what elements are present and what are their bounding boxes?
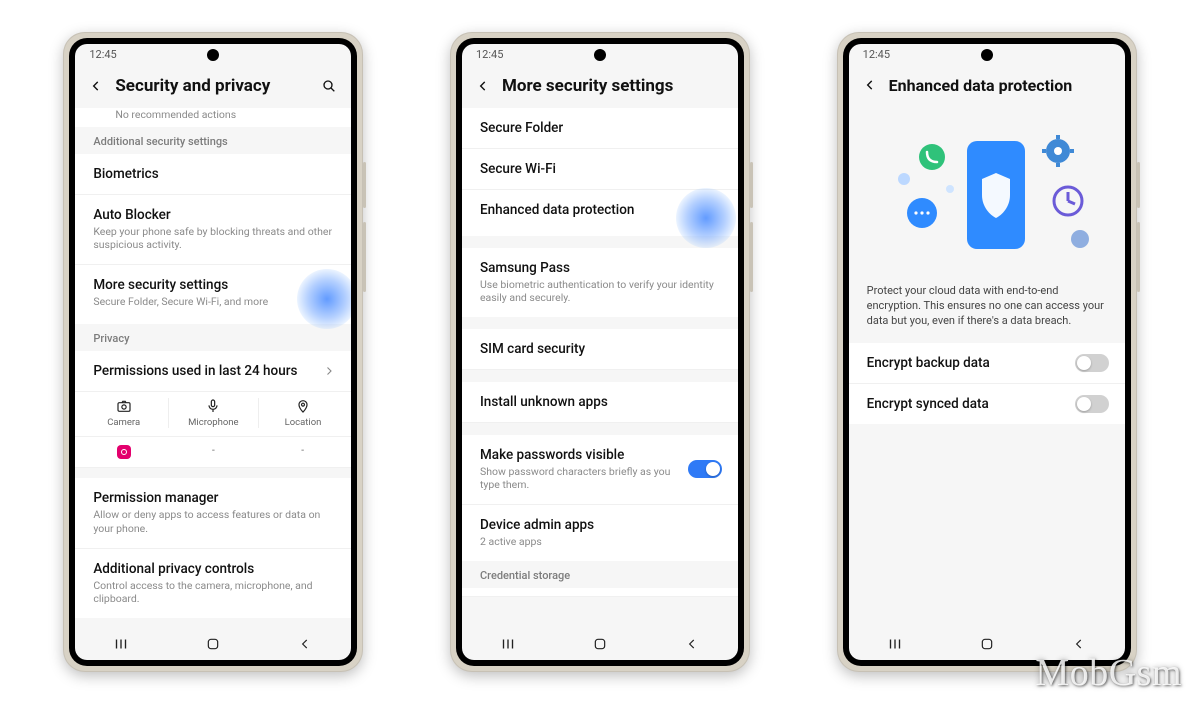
nav-recents-icon[interactable] — [498, 635, 518, 653]
chevron-right-icon — [323, 365, 335, 377]
phone-mock-1: 12:45 Security and privacy No recommende… — [63, 32, 363, 672]
search-icon[interactable] — [321, 78, 337, 94]
no-recommended-hint: No recommended actions — [75, 108, 351, 123]
item-sim-security[interactable]: SIM card security — [462, 329, 738, 370]
location-icon — [295, 398, 311, 414]
nav-bar — [462, 628, 738, 660]
status-time: 12:45 — [863, 48, 890, 61]
hero-illustration — [849, 107, 1125, 277]
item-passwords-visible[interactable]: Make passwords visible Show password cha… — [462, 435, 738, 505]
nav-back-icon[interactable] — [682, 637, 702, 651]
section-additional-security: Additional security settings — [75, 127, 351, 154]
item-install-unknown[interactable]: Install unknown apps — [462, 382, 738, 423]
toggle-encrypt-backup[interactable] — [1075, 354, 1109, 372]
item-auto-blocker[interactable]: Auto Blocker Keep your phone safe by blo… — [75, 195, 351, 265]
section-privacy: Privacy — [75, 324, 351, 351]
item-secure-wifi[interactable]: Secure Wi-Fi — [462, 149, 738, 190]
page-title: Enhanced data protection — [889, 76, 1111, 95]
status-bar: 12:45 — [462, 44, 738, 66]
nav-bar — [75, 628, 351, 660]
perm-loc-label: Location — [285, 417, 322, 428]
perm-mic-label: Microphone — [188, 417, 238, 428]
nav-home-icon[interactable] — [977, 636, 997, 652]
nav-bar — [849, 628, 1125, 660]
back-icon[interactable] — [476, 79, 490, 93]
nav-home-icon[interactable] — [590, 636, 610, 652]
page-title: More security settings — [502, 76, 724, 96]
item-samsung-pass[interactable]: Samsung Pass Use biometric authenticatio… — [462, 248, 738, 317]
content-scroll[interactable]: No recommended actions Additional securi… — [75, 108, 351, 628]
app-dot-icon — [117, 445, 131, 459]
section-credential-storage: Credential storage — [462, 561, 738, 588]
status-time: 12:45 — [89, 48, 116, 61]
back-icon[interactable] — [863, 78, 877, 92]
front-camera — [594, 49, 606, 61]
perm-camera-label: Camera — [107, 417, 140, 428]
front-camera — [207, 49, 219, 61]
camera-icon — [116, 398, 132, 414]
app-bar: Enhanced data protection — [849, 66, 1125, 107]
nav-back-icon[interactable] — [1069, 637, 1089, 651]
item-secure-folder[interactable]: Secure Folder — [462, 108, 738, 149]
status-bar: 12:45 — [75, 44, 351, 66]
item-more-security[interactable]: More security settings Secure Folder, Se… — [75, 265, 351, 325]
item-encrypt-backup[interactable]: Encrypt backup data — [849, 343, 1125, 384]
toggle-encrypt-synced[interactable] — [1075, 395, 1109, 413]
item-additional-privacy[interactable]: Additional privacy controls Control acce… — [75, 549, 351, 618]
phone-mock-3: 12:45 Enhanced data protection — [837, 32, 1137, 672]
status-time: 12:45 — [476, 48, 503, 61]
nav-recents-icon[interactable] — [111, 635, 131, 653]
permissions-apps-row: - - — [75, 437, 351, 468]
item-biometrics[interactable]: Biometrics — [75, 154, 351, 195]
item-permission-manager[interactable]: Permission manager Allow or deny apps to… — [75, 478, 351, 548]
page-title: Security and privacy — [115, 76, 309, 96]
item-enhanced-data-protection[interactable]: Enhanced data protection — [462, 190, 738, 236]
nav-recents-icon[interactable] — [885, 635, 905, 653]
toggle-passwords-visible[interactable] — [688, 460, 722, 478]
nav-home-icon[interactable] — [203, 636, 223, 652]
item-permissions-24h[interactable]: Permissions used in last 24 hours — [75, 351, 351, 392]
phone-mock-2: 12:45 More security settings Secure Fold… — [450, 32, 750, 672]
item-cred-peek[interactable] — [462, 588, 738, 597]
status-bar: 12:45 — [849, 44, 1125, 66]
app-bar: Security and privacy — [75, 66, 351, 108]
content-scroll[interactable]: Secure Folder Secure Wi-Fi Enhanced data… — [462, 108, 738, 628]
nav-back-icon[interactable] — [295, 637, 315, 651]
microphone-icon — [205, 398, 221, 414]
feature-description: Protect your cloud data with end-to-end … — [849, 277, 1125, 343]
back-icon[interactable] — [89, 79, 103, 93]
app-bar: More security settings — [462, 66, 738, 108]
front-camera — [981, 49, 993, 61]
content-scroll[interactable]: Protect your cloud data with end-to-end … — [849, 107, 1125, 628]
item-encrypt-synced[interactable]: Encrypt synced data — [849, 384, 1125, 424]
item-device-admin[interactable]: Device admin apps 2 active apps — [462, 505, 738, 561]
permissions-columns: Camera Microphone Location — [75, 392, 351, 437]
